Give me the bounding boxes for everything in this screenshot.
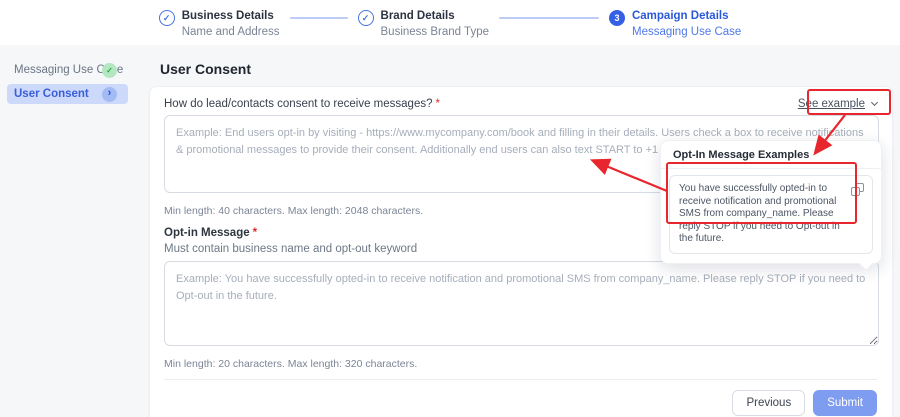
sidebar-item-label: User Consent [14,88,89,100]
popup-divider [661,168,881,169]
page: ✓ Business Details Name and Address ✓ Br… [0,0,900,417]
step-brand-details[interactable]: ✓ Brand Details Business Brand Type [358,10,489,45]
stepper-connector [499,17,599,19]
copy-icon[interactable] [851,183,865,197]
optin-message-sublabel: Must contain business name and opt-out k… [164,243,417,255]
example-message-text: You have successfully opted-in to receiv… [679,183,842,246]
sidebar: Messaging Use Case ✓ User Consent › [0,45,148,417]
step-campaign-details[interactable]: 3 Campaign Details Messaging Use Case [609,10,741,45]
step-subtitle: Business Brand Type [381,26,489,39]
stepper-connector [290,17,348,19]
optin-examples-popup: Opt-In Message Examples You have success… [660,140,882,264]
see-example-link-consent[interactable]: See example [798,98,877,110]
step-title: Brand Details [381,10,489,23]
chevron-right-icon: › [102,87,117,102]
consent-question-label: How do lead/contacts consent to receive … [164,98,440,110]
step-business-details[interactable]: ✓ Business Details Name and Address [159,10,280,45]
popup-title: Opt-In Message Examples [661,141,881,168]
required-asterisk: * [253,227,257,239]
optin-length-hint: Min length: 20 characters. Max length: 3… [164,358,877,370]
sidebar-item-messaging-use-case[interactable]: Messaging Use Case ✓ [7,60,128,80]
step-subtitle: Name and Address [182,26,280,39]
completed-check-icon: ✓ [102,63,117,78]
optin-message-label: Opt-in Message* [164,227,417,239]
stepper: ✓ Business Details Name and Address ✓ Br… [0,0,900,45]
submit-button[interactable]: Submit [813,390,877,416]
page-title: User Consent [160,61,893,77]
step-subtitle: Messaging Use Case [632,26,741,39]
step-title: Business Details [182,10,280,23]
check-circle-icon: ✓ [358,10,374,26]
step-title: Campaign Details [632,10,741,23]
check-circle-icon: ✓ [159,10,175,26]
required-asterisk: * [435,98,439,110]
sidebar-item-user-consent[interactable]: User Consent › [7,84,128,104]
example-message-box: You have successfully opted-in to receiv… [669,175,873,254]
previous-button[interactable]: Previous [732,390,805,416]
step-number-badge: 3 [609,10,625,26]
chevron-down-icon [871,99,878,106]
optin-message-textarea[interactable] [164,261,879,346]
